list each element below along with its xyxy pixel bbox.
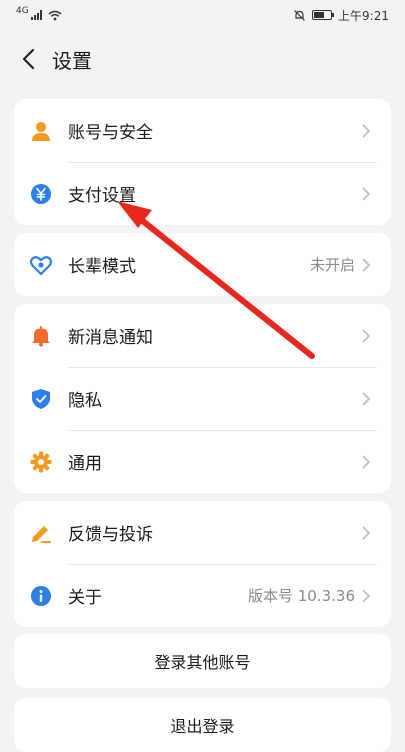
chevron-left-icon (22, 48, 35, 70)
settings-group-elder: 长辈模式 未开启 (14, 233, 391, 296)
info-icon (28, 583, 54, 609)
logout-button[interactable]: 退出登录 (14, 698, 391, 752)
settings-item-label: 通用 (68, 454, 102, 474)
settings-item-payment[interactable]: 支付设置 (14, 162, 391, 225)
battery-icon (312, 10, 335, 20)
settings-item-label: 支付设置 (68, 186, 136, 206)
version-number: 版本号 10.3.36 (247, 587, 355, 605)
settings-item-label: 新消息通知 (68, 328, 153, 348)
yuan-icon (28, 181, 54, 207)
settings-group-account: 账号与安全 支付设置 (14, 99, 391, 225)
chevron-right-icon (361, 123, 375, 138)
settings-item-label: 反馈与投诉 (68, 525, 153, 545)
gear-icon (28, 449, 54, 475)
settings-item-about[interactable]: 关于 版本号 10.3.36 (14, 564, 391, 627)
settings-item-label: 账号与安全 (68, 123, 153, 143)
chevron-right-icon (361, 588, 375, 603)
clock: 上午9:21 (338, 8, 389, 23)
chevron-right-icon (361, 525, 375, 540)
settings-item-general[interactable]: 通用 (14, 430, 391, 493)
settings-item-elder-mode[interactable]: 长辈模式 未开启 (14, 233, 391, 296)
chevron-right-icon (361, 257, 375, 272)
chevron-right-icon (361, 186, 375, 201)
person-icon (28, 118, 54, 144)
mute-bell-icon (294, 9, 305, 21)
chevron-right-icon (361, 391, 375, 406)
page-title: 设置 (52, 48, 92, 73)
elder-mode-icon (28, 252, 54, 278)
shield-icon (28, 386, 54, 412)
settings-item-feedback[interactable]: 反馈与投诉 (14, 501, 391, 564)
signal-icon (30, 10, 42, 20)
settings-item-account-security[interactable]: 账号与安全 (14, 99, 391, 162)
settings-item-label: 长辈模式 (68, 257, 136, 277)
network-type: 4G (16, 6, 29, 16)
back-button[interactable] (8, 38, 48, 80)
settings-item-label: 关于 (68, 588, 102, 608)
settings-item-privacy[interactable]: 隐私 (14, 367, 391, 430)
elder-mode-status: 未开启 (309, 256, 355, 274)
top-bar: 设置 (0, 38, 405, 80)
settings-group-about: 反馈与投诉 关于 版本号 10.3.36 (14, 501, 391, 627)
settings-group-general: 新消息通知 隐私 通用 (14, 304, 391, 493)
pencil-icon (28, 520, 54, 546)
bell-icon (28, 323, 54, 349)
status-bar: 4G 上午9:21 (0, 0, 405, 30)
switch-account-button[interactable]: 登录其他账号 (14, 634, 391, 688)
wifi-icon (48, 10, 62, 20)
chevron-right-icon (361, 328, 375, 343)
settings-item-notifications[interactable]: 新消息通知 (14, 304, 391, 367)
settings-item-label: 隐私 (68, 391, 102, 411)
chevron-right-icon (361, 454, 375, 469)
